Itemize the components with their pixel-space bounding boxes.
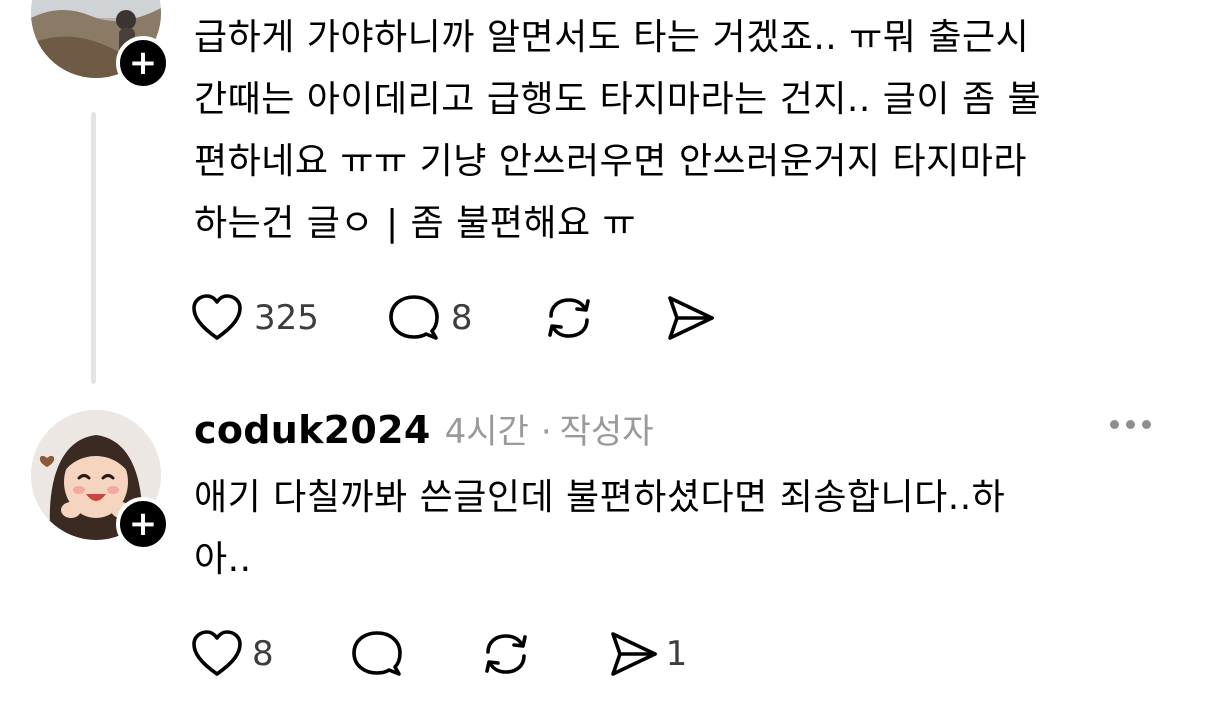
post-actions: 325 8 <box>190 288 717 348</box>
timestamp: 4시간 <box>444 412 529 452</box>
author-badge: 작성자 <box>559 412 654 452</box>
plus-icon: + <box>128 504 158 544</box>
thread-line <box>91 112 96 384</box>
like-button[interactable]: 8 <box>190 629 274 679</box>
more-icon-dot <box>1142 420 1151 429</box>
more-options-button[interactable] <box>1110 420 1151 429</box>
comment-icon <box>389 295 439 340</box>
repost-button[interactable] <box>541 292 597 344</box>
more-icon-dot <box>1110 420 1119 429</box>
share-count: 1 <box>665 634 688 674</box>
username[interactable]: coduk2024 <box>194 408 431 452</box>
reply-button[interactable]: 8 <box>387 293 473 343</box>
share-button[interactable]: 1 <box>606 629 688 679</box>
follow-plus-button[interactable]: + <box>116 497 170 551</box>
share-icon <box>610 632 657 676</box>
plus-icon: + <box>128 43 158 83</box>
like-button[interactable]: 325 <box>190 293 319 343</box>
comment-icon <box>351 631 402 676</box>
repost-icon <box>484 634 527 674</box>
share-button[interactable] <box>663 293 717 343</box>
meta-separator: · <box>540 412 552 452</box>
repost-button[interactable] <box>478 628 534 680</box>
reply-count: 8 <box>450 298 473 338</box>
like-count: 8 <box>252 634 274 674</box>
heart-icon <box>192 630 242 676</box>
like-count: 325 <box>254 298 319 338</box>
more-icon-dot <box>1126 420 1135 429</box>
post-text: 급하게 가야하니까 알면서도 타는 거겠죠.. ㅠ뭐 출근시 간때는 아이데리고… <box>194 17 1042 244</box>
post-header: coduk2024 4시간 · 작성자 <box>194 404 653 453</box>
repost-icon <box>547 298 590 338</box>
post-actions: 8 1 <box>190 624 687 684</box>
heart-icon <box>192 294 242 340</box>
post-text: 애기 다칠까봐 쓴글인데 불편하셨다면 죄송합니다..하 아.. <box>194 477 1006 580</box>
reply-button[interactable] <box>350 629 404 679</box>
share-icon <box>667 296 714 340</box>
follow-plus-button[interactable]: + <box>116 36 170 90</box>
